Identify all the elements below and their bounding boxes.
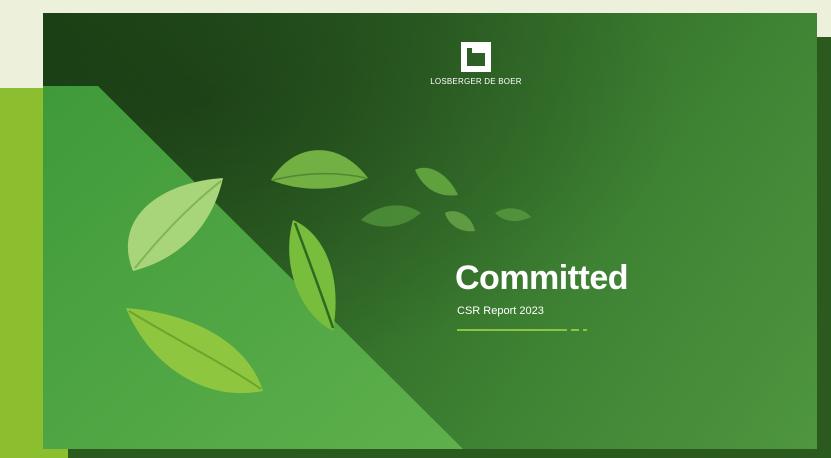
page: LOSBERGER DE BOER Committed CSR Report 2…	[0, 0, 831, 458]
leaf-icon	[495, 208, 531, 222]
leaf-icon	[271, 150, 368, 189]
cover-title: Committed	[455, 259, 629, 297]
brand-name: LOSBERGER DE BOER	[430, 77, 522, 86]
leaf-icon	[445, 211, 475, 232]
title-rule-dot	[583, 329, 587, 331]
title-rule-dash	[571, 329, 579, 331]
cover-slide: LOSBERGER DE BOER Committed CSR Report 2…	[43, 13, 817, 449]
cover-subtitle: CSR Report 2023	[457, 305, 544, 317]
leaf-icon	[415, 167, 458, 196]
title-rule	[457, 329, 567, 331]
leaf-icon	[361, 205, 421, 227]
brand-logo-mark-icon	[461, 42, 491, 72]
diagonal-panel	[43, 86, 463, 449]
brand-logo: LOSBERGER DE BOER	[426, 40, 526, 88]
